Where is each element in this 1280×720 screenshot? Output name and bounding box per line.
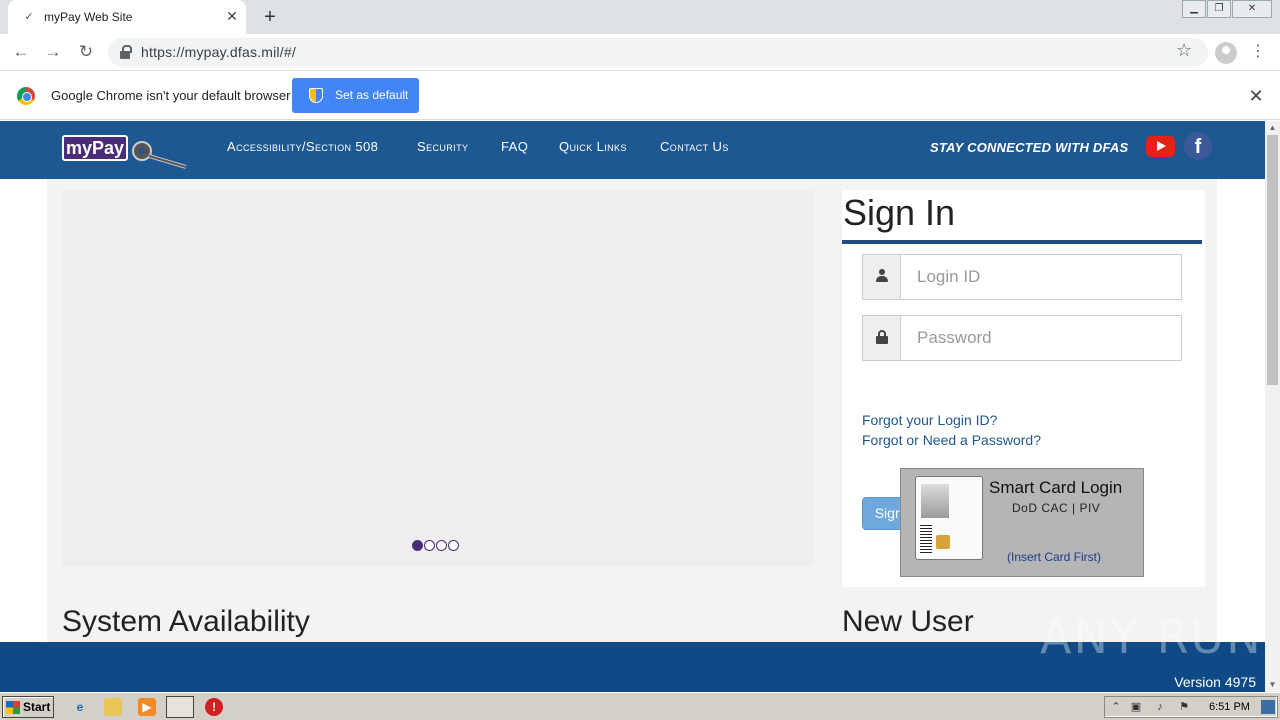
site-navbar: myPay Accessibility/Section 508 Security… [0, 121, 1265, 179]
lock-icon[interactable] [120, 45, 132, 59]
opera-icon[interactable]: ! [205, 698, 223, 716]
lock-icon [876, 330, 888, 345]
tray-expand-icon[interactable]: ⌃ [1109, 700, 1123, 714]
carousel-indicators [412, 538, 460, 556]
default-browser-infobar: Google Chrome isn't your default browser… [0, 72, 1280, 120]
key-icon [132, 141, 187, 169]
bookmark-star-icon[interactable]: ☆ [1176, 40, 1192, 61]
browser-tabstrip: ✓ myPay Web Site ✕ + ▁ ❐ ✕ [0, 0, 1280, 34]
page-scrollbar[interactable]: ▲ ▼ [1265, 121, 1280, 692]
login-id-field [862, 254, 1182, 300]
smart-card-note: (Insert Card First) [1007, 550, 1102, 564]
nav-faq[interactable]: FAQ [501, 139, 528, 154]
forward-button[interactable]: → [41, 40, 65, 64]
folder-icon[interactable] [104, 698, 122, 716]
nav-quick-links[interactable]: Quick Links [559, 139, 627, 154]
show-desktop-icon[interactable] [1261, 700, 1275, 714]
start-button[interactable]: Start [2, 696, 54, 718]
close-window-button[interactable]: ✕ [1232, 0, 1272, 18]
version-text: Version 4975 [1174, 674, 1256, 690]
tab-title: myPay Web Site [44, 10, 133, 24]
internet-explorer-icon[interactable]: e [71, 698, 89, 716]
carousel-dot-2[interactable] [424, 540, 435, 551]
flag-icon[interactable]: ⚑ [1177, 700, 1191, 714]
back-button[interactable]: ← [9, 40, 33, 64]
carousel-dot-4[interactable] [448, 540, 459, 551]
close-tab-icon[interactable]: ✕ [224, 8, 240, 24]
chrome-taskbar-icon[interactable] [166, 696, 194, 718]
stay-connected-text: STAY CONNECTED WITH DFAS [930, 140, 1129, 155]
smart-card-subtitle: DoD CAC | PIV [1012, 501, 1101, 515]
restore-window-button[interactable]: ❐ [1207, 0, 1231, 18]
volume-icon[interactable]: ♪ [1153, 700, 1167, 714]
login-id-input[interactable] [903, 255, 1179, 299]
facebook-icon[interactable]: f [1184, 132, 1212, 160]
nav-security[interactable]: Security [417, 139, 468, 154]
nav-contact-us[interactable]: Contact Us [660, 139, 729, 154]
forgot-login-link[interactable]: Forgot your Login ID? [862, 412, 997, 428]
close-infobar-icon[interactable]: ✕ [1246, 86, 1266, 106]
browser-tab[interactable]: ✓ myPay Web Site ✕ [8, 0, 246, 34]
scroll-thumb[interactable] [1267, 135, 1278, 385]
youtube-icon[interactable] [1146, 136, 1175, 157]
chrome-menu-icon[interactable]: ⋮ [1250, 40, 1266, 64]
scroll-down-icon[interactable]: ▼ [1265, 678, 1280, 692]
mypay-logo[interactable]: myPay [62, 135, 128, 161]
new-user-heading: New User [842, 605, 974, 638]
scroll-up-icon[interactable]: ▲ [1265, 121, 1280, 135]
login-id-addon [863, 255, 901, 299]
id-card-icon [915, 476, 983, 560]
chrome-logo-icon [17, 87, 35, 105]
url-text[interactable]: https://mypay.dfas.mil/#/ [141, 44, 296, 60]
windows-logo-icon [6, 701, 20, 714]
user-icon [876, 269, 888, 283]
shield-icon [309, 88, 323, 103]
page-viewport: myPay Accessibility/Section 508 Security… [0, 121, 1265, 692]
forgot-password-link[interactable]: Forgot or Need a Password? [862, 432, 1041, 448]
media-player-icon[interactable]: ▶ [138, 698, 156, 716]
signin-title: Sign In [843, 192, 956, 233]
network-icon[interactable]: ▣ [1129, 700, 1143, 714]
smart-card-title: Smart Card Login [989, 478, 1123, 497]
browser-toolbar: ← → ↻ https://mypay.dfas.mil/#/ ☆ [0, 34, 1280, 71]
profile-avatar-icon[interactable] [1215, 42, 1237, 64]
system-availability-heading: System Availability [62, 605, 310, 638]
set-as-default-label: Set as default [335, 88, 409, 102]
new-tab-button[interactable]: + [258, 5, 282, 29]
system-tray: ⌃ ▣ ♪ ⚑ 6:51 PM [1104, 696, 1278, 718]
password-addon [863, 316, 901, 360]
minimize-window-button[interactable]: ▁ [1182, 0, 1206, 18]
windows-taskbar: Start e ▶ ! ⌃ ▣ ♪ ⚑ 6:51 PM [0, 692, 1280, 720]
site-favicon-icon: ✓ [24, 11, 34, 23]
password-field [862, 315, 1182, 361]
start-label: Start [23, 700, 51, 714]
infobar-message: Google Chrome isn't your default browser [51, 88, 291, 103]
signin-divider [842, 240, 1202, 244]
watermark: ANY RUN [1040, 610, 1263, 664]
carousel-dot-3[interactable] [436, 540, 447, 551]
carousel-dot-1[interactable] [412, 540, 423, 551]
set-as-default-button[interactable]: Set as default [292, 78, 419, 113]
carousel [62, 190, 813, 566]
clock[interactable]: 6:51 PM [1209, 701, 1250, 713]
nav-accessibility[interactable]: Accessibility/Section 508 [227, 139, 378, 154]
reload-button[interactable]: ↻ [74, 40, 98, 64]
smart-card-login-button[interactable]: Smart Card Login DoD CAC | PIV (Insert C… [900, 468, 1144, 577]
address-bar[interactable]: https://mypay.dfas.mil/#/ ☆ [108, 38, 1208, 67]
password-input[interactable] [903, 316, 1179, 360]
